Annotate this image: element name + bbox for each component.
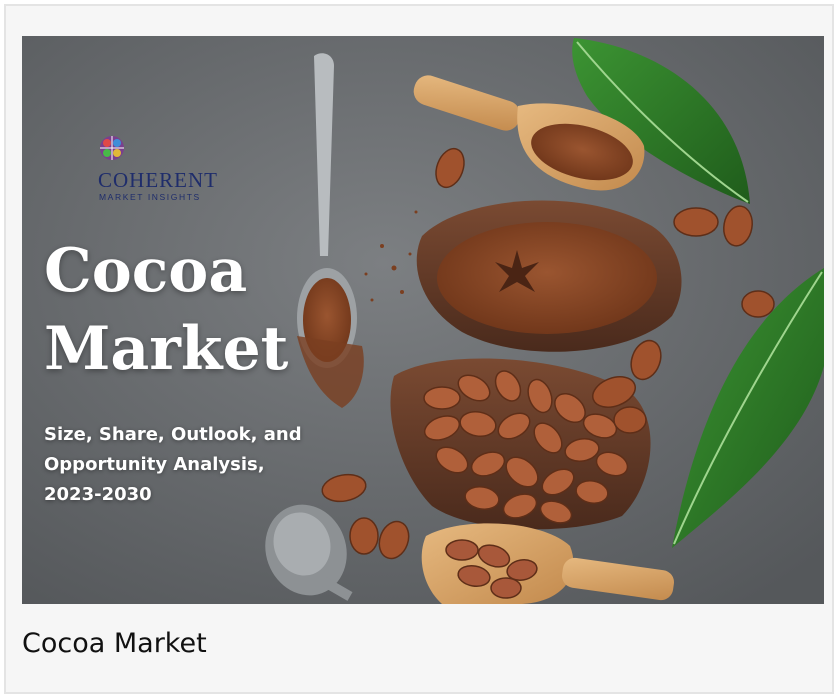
subheadline-line-2: Opportunity Analysis, bbox=[44, 454, 265, 475]
banner-subheadline: Size, Share, Outlook, and Opportunity An… bbox=[44, 420, 334, 510]
headline-line-1: Cocoa bbox=[44, 236, 248, 306]
banner-headline: Cocoa Market bbox=[44, 232, 288, 388]
logo-tagline: MARKET INSIGHTS bbox=[99, 192, 201, 202]
subheadline-line-3: 2023-2030 bbox=[44, 484, 152, 505]
product-banner-image[interactable]: COHERENT MARKET INSIGHTS Cocoa Market Si… bbox=[22, 36, 824, 604]
image-card: COHERENT MARKET INSIGHTS Cocoa Market Si… bbox=[4, 4, 834, 694]
globe-grid-icon bbox=[100, 136, 124, 160]
headline-line-2: Market bbox=[44, 314, 289, 384]
logo-wordmark: COHERENT bbox=[98, 168, 218, 192]
subheadline-line-1: Size, Share, Outlook, and bbox=[44, 424, 302, 445]
company-logo: COHERENT MARKET INSIGHTS bbox=[98, 134, 238, 214]
image-caption: Cocoa Market bbox=[22, 628, 207, 659]
